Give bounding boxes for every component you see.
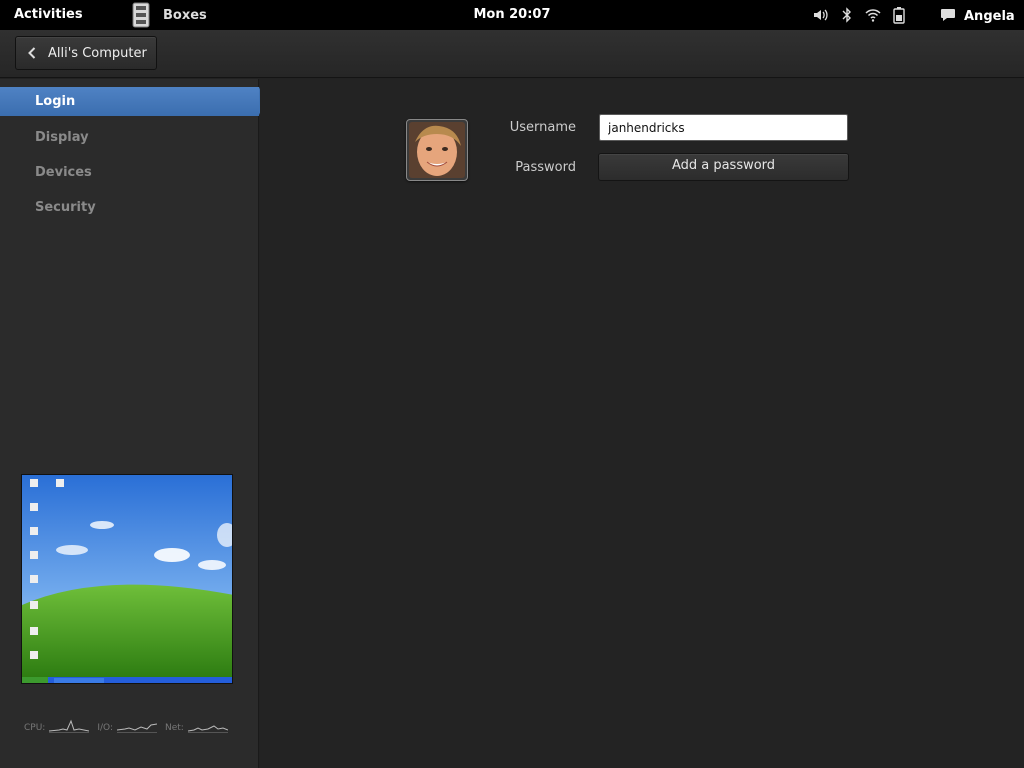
username-label: Username xyxy=(509,120,576,135)
activities-button[interactable]: Activities xyxy=(14,7,83,22)
vm-screen-thumbnail[interactable] xyxy=(21,474,233,684)
net-label: Net: xyxy=(165,722,184,733)
properties-sidebar: Login Display Devices Security CPU: I/O:… xyxy=(0,79,265,768)
bluetooth-icon[interactable] xyxy=(838,6,856,24)
sidebar-item-label: Security xyxy=(35,200,96,215)
sidebar-item-login[interactable]: Login xyxy=(0,87,265,116)
battery-icon[interactable] xyxy=(890,6,908,24)
io-graph xyxy=(116,719,158,736)
app-menu[interactable]: Boxes xyxy=(128,0,207,30)
sidebar-item-label: Login xyxy=(35,94,76,109)
vm-stats: CPU: I/O: Net: xyxy=(24,719,236,736)
sidebar-item-devices[interactable]: Devices xyxy=(0,158,259,187)
net-graph xyxy=(187,719,229,736)
back-button-label: Alli's Computer xyxy=(48,45,147,61)
username-field[interactable] xyxy=(599,114,848,141)
login-panel: Username Password Add a password xyxy=(260,79,1024,768)
sidebar-item-security[interactable]: Security xyxy=(0,193,259,222)
sidebar-item-display[interactable]: Display xyxy=(0,123,259,152)
app-name: Boxes xyxy=(163,7,207,23)
user-menu[interactable]: Angela xyxy=(940,7,1015,26)
avatar[interactable] xyxy=(406,119,468,181)
top-panel: Activities Boxes Mon 20:07 Angela xyxy=(0,0,1024,30)
chevron-left-icon xyxy=(28,47,36,59)
boxes-app-icon xyxy=(128,2,154,28)
avatar-image xyxy=(409,122,465,178)
cpu-label: CPU: xyxy=(24,722,46,733)
io-label: I/O: xyxy=(97,722,113,733)
back-button[interactable]: Alli's Computer xyxy=(15,36,157,70)
sidebar-item-label: Display xyxy=(35,130,89,145)
clock[interactable]: Mon 20:07 xyxy=(473,7,550,22)
wifi-icon[interactable] xyxy=(864,6,882,24)
status-area xyxy=(812,6,916,24)
chat-icon xyxy=(940,7,956,26)
volume-icon[interactable] xyxy=(812,6,830,24)
user-name: Angela xyxy=(964,9,1015,24)
cpu-graph xyxy=(49,719,90,736)
sidebar-item-label: Devices xyxy=(35,165,92,180)
header-bar: Alli's Computer xyxy=(0,30,1024,78)
add-password-button[interactable]: Add a password xyxy=(598,153,849,181)
password-label: Password xyxy=(515,160,576,175)
